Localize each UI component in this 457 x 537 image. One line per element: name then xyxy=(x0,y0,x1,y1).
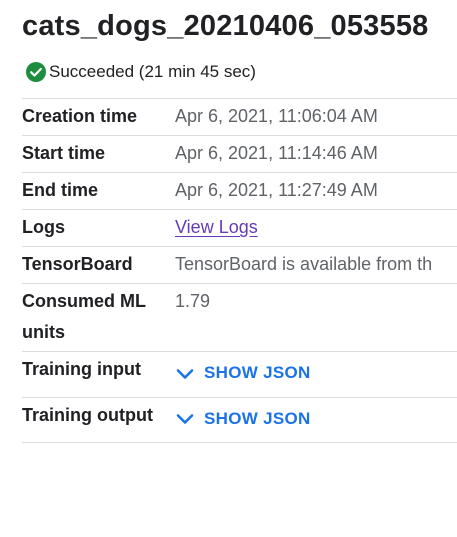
start-time-value: Apr 6, 2021, 11:14:46 AM xyxy=(175,143,378,163)
detail-row-logs: Logs View Logs xyxy=(22,210,457,247)
job-status: Succeeded (21 min 45 sec) xyxy=(26,62,256,82)
check-circle-icon xyxy=(26,62,46,82)
training-input-show-json-button[interactable]: SHOW JSON xyxy=(175,357,311,388)
logs-label: Logs xyxy=(22,217,65,237)
chevron-down-icon xyxy=(175,408,195,428)
tensorboard-value: TensorBoard is available from th xyxy=(175,254,433,274)
start-time-label: Start time xyxy=(22,143,106,163)
training-input-label: Training input xyxy=(22,359,141,379)
job-details-table: Creation time Apr 6, 2021, 11:06:04 AM S… xyxy=(22,98,457,443)
training-output-value: SHOW JSON xyxy=(175,398,457,443)
detail-row-tensorboard: TensorBoard TensorBoard is available fro… xyxy=(22,247,457,284)
chevron-down-icon xyxy=(175,363,195,383)
training-input-show-json-label: SHOW JSON xyxy=(204,363,311,382)
tensorboard-label: TensorBoard xyxy=(22,254,133,274)
creation-time-label: Creation time xyxy=(22,106,138,126)
ml-units-value: 1.79 xyxy=(175,291,211,311)
detail-row-training-input: Training input SHOW JSON xyxy=(22,352,457,398)
training-output-label: Training output xyxy=(22,404,153,425)
logs-value: View Logs xyxy=(175,210,457,246)
detail-row-ml-units: Consumed ML units 1.79 xyxy=(22,284,457,352)
status-text: Succeeded (21 min 45 sec) xyxy=(49,62,256,81)
job-title: cats_dogs_20210406_053558 xyxy=(22,10,429,42)
ml-units-label: Consumed ML units xyxy=(22,291,146,342)
end-time-label: End time xyxy=(22,180,99,200)
training-input-value: SHOW JSON xyxy=(175,352,457,397)
detail-row-start-time: Start time Apr 6, 2021, 11:14:46 AM xyxy=(22,136,457,173)
detail-row-end-time: End time Apr 6, 2021, 11:27:49 AM xyxy=(22,173,457,210)
creation-time-value: Apr 6, 2021, 11:06:04 AM xyxy=(175,106,378,126)
training-output-show-json-button[interactable]: SHOW JSON xyxy=(175,403,311,434)
training-output-show-json-label: SHOW JSON xyxy=(204,408,311,428)
view-logs-link[interactable]: View Logs xyxy=(175,217,258,237)
detail-row-training-output: Training output SHOW JSON xyxy=(22,398,457,443)
end-time-value: Apr 6, 2021, 11:27:49 AM xyxy=(175,180,378,200)
detail-row-creation-time: Creation time Apr 6, 2021, 11:06:04 AM xyxy=(22,98,457,136)
